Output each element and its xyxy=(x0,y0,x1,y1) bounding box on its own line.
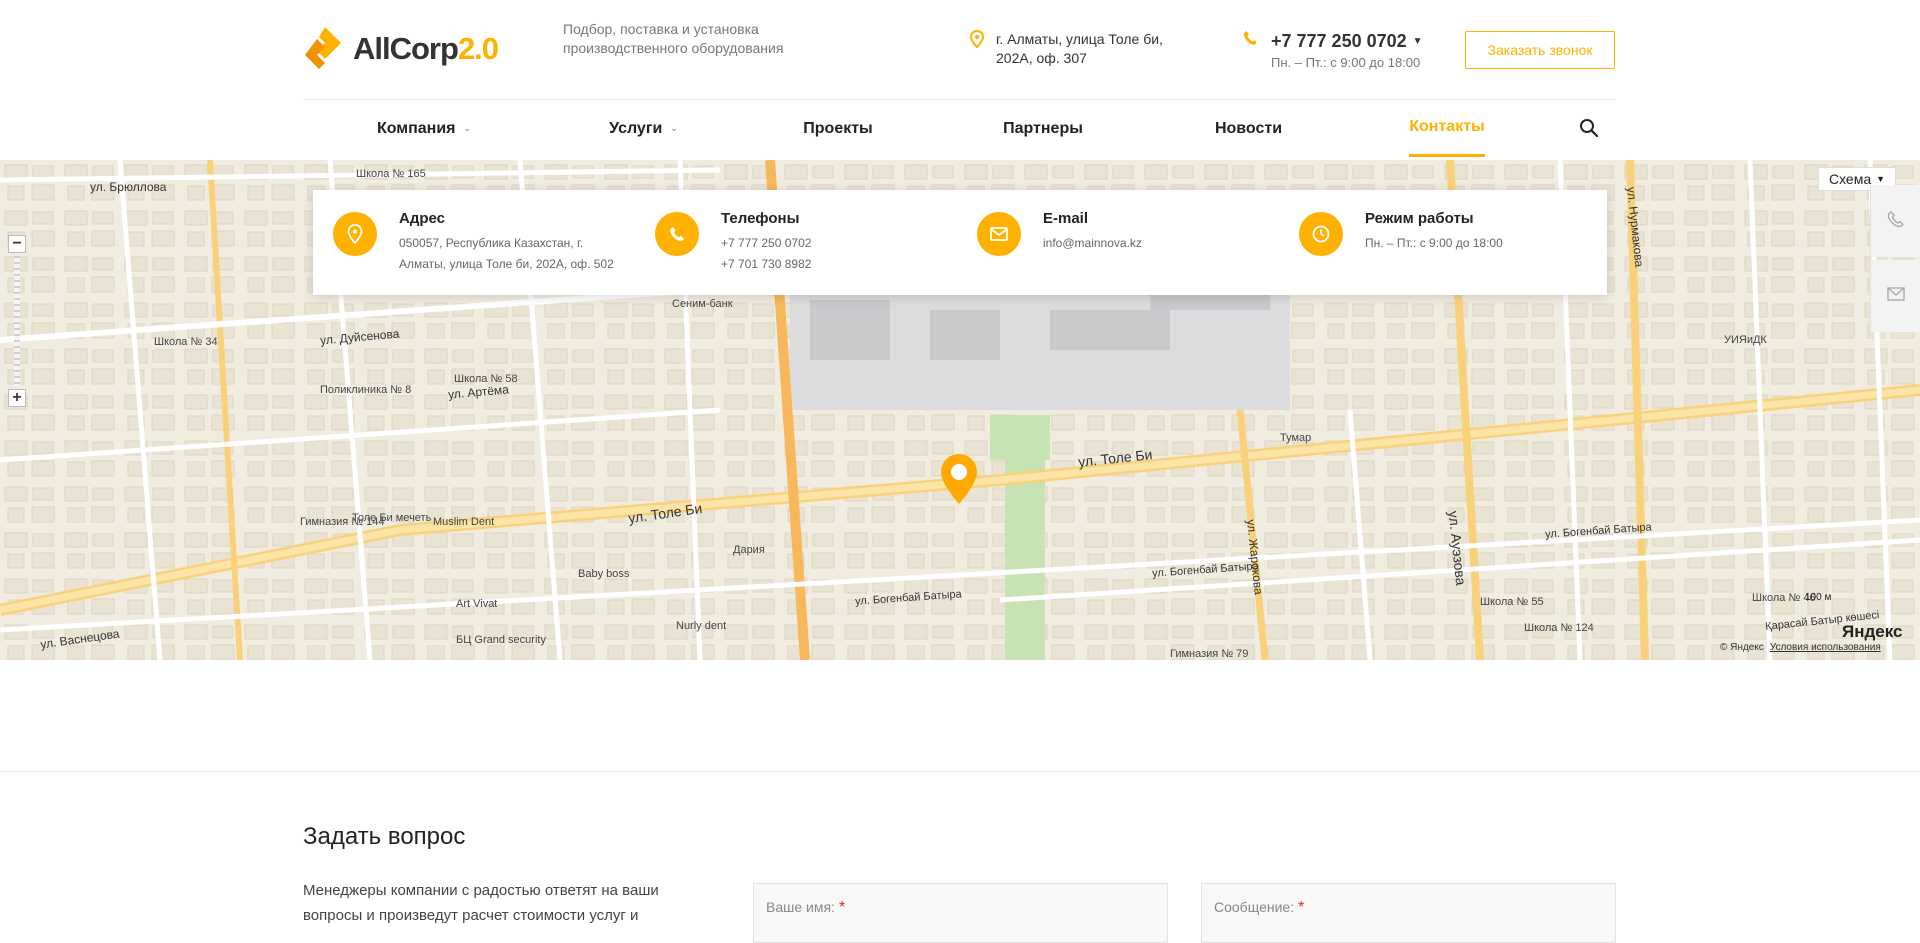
contact-address-line: Алматы, улица Толе би, 202А, оф. 502 xyxy=(399,257,614,271)
message-input-label: Сообщение: xyxy=(1214,899,1295,915)
poi-label: Nurly dent xyxy=(676,620,727,632)
poi-label: Сеним-банк xyxy=(672,298,733,310)
poi-label: Школа № 58 xyxy=(454,373,518,385)
logo-text-version: 2.0 xyxy=(457,31,499,66)
poi-label: УИЯиДК xyxy=(1724,334,1767,346)
callback-button[interactable]: Заказать звонок xyxy=(1465,31,1615,69)
header-phone-number[interactable]: +7 777 250 0702 ▼ xyxy=(1271,30,1423,53)
contact-email-link[interactable]: info@mainnova.kz xyxy=(1043,233,1142,254)
poi-label: Школа № 55 xyxy=(1480,596,1544,608)
poi-label: Толе Би мечеть xyxy=(352,512,432,524)
poi-label: БЦ Grand security xyxy=(456,634,546,646)
contact-address-line: 050057, Республика Казахстан, г. xyxy=(399,236,584,250)
zoom-out-button[interactable]: − xyxy=(8,235,26,253)
map-layer-label[interactable]: Схема xyxy=(1829,171,1871,187)
phone-icon[interactable] xyxy=(1887,210,1905,233)
contact-email: E-mail info@mainnova.kz xyxy=(977,210,1142,256)
slogan: Подбор, поставка и установка производств… xyxy=(563,21,784,56)
section-divider xyxy=(0,771,1920,772)
contact-address-title: Адрес xyxy=(399,210,446,227)
map-terms-link[interactable]: Условия использования xyxy=(1770,642,1881,653)
contact-address: Адрес 050057, Республика Казахстан, г. А… xyxy=(333,210,614,275)
question-side-button[interactable] xyxy=(1870,260,1920,332)
chevron-down-icon[interactable]: ▼ xyxy=(1413,36,1423,47)
required-mark: * xyxy=(838,899,846,916)
logo-mark-icon xyxy=(303,25,347,73)
contact-email-title: E-mail xyxy=(1043,210,1089,227)
phone-icon xyxy=(655,212,699,256)
main-nav: Компания ⌄ Услуги ⌄ Проекты Партнеры Новос… xyxy=(303,100,1616,160)
header-address: г. Алматы, улица Толе би, 202А, оф. 307 xyxy=(969,29,1196,68)
poi-label: Школа № 165 xyxy=(356,168,426,180)
street-label: ул. Брюллова xyxy=(90,180,167,194)
map-scale: 100 м xyxy=(1805,592,1832,603)
location-pin-icon xyxy=(333,212,377,256)
contact-phones: Телефоны +7 777 250 0702 +7 701 730 8982 xyxy=(655,210,811,275)
map-marker-icon[interactable] xyxy=(939,452,979,506)
logo[interactable]: AllCorp2.0 xyxy=(303,24,499,74)
contact-phone-link[interactable]: +7 777 250 0702 xyxy=(721,233,811,254)
contact-hours-text: Пн. – Пт.: с 9:00 до 18:00 xyxy=(1365,236,1503,250)
contact-phone-link[interactable]: +7 701 730 8982 xyxy=(721,254,811,275)
poi-label: Baby boss xyxy=(578,568,630,580)
name-input-label: Ваше имя: xyxy=(766,899,835,915)
header-address-text: г. Алматы, улица Толе би, 202А, оф. 307 xyxy=(996,31,1163,66)
header-phone-text[interactable]: +7 777 250 0702 xyxy=(1271,31,1407,51)
phone-icon xyxy=(1243,30,1257,70)
poi-label: Muslim Dent xyxy=(433,516,495,528)
map-copyright: © Яндекс Условия использования xyxy=(1720,642,1881,653)
logo-text-main: AllCorp xyxy=(353,31,459,66)
contact-hours: Режим работы Пн. – Пт.: с 9:00 до 18:00 xyxy=(1299,210,1503,256)
poi-label: Гимназия № 79 xyxy=(1170,648,1249,660)
yandex-logo: Яндекс xyxy=(1842,622,1903,641)
map-zoom-control: − + xyxy=(8,235,26,415)
poi-label: Школа № 34 xyxy=(154,336,218,348)
nav-item-projects[interactable]: Проекты xyxy=(793,100,883,157)
mail-icon[interactable] xyxy=(1887,286,1905,306)
map-copyright-text: © Яндекс xyxy=(1720,642,1764,653)
contact-info-card: Адрес 050057, Республика Казахстан, г. А… xyxy=(313,190,1607,295)
nav-item-company[interactable]: Компания ⌄ xyxy=(369,100,479,157)
message-textarea[interactable]: Сообщение: * xyxy=(1201,883,1616,943)
ask-question-title: Задать вопрос xyxy=(303,823,466,850)
header-phone: +7 777 250 0702 ▼ Пн. – Пт.: с 9:00 до 18… xyxy=(1243,30,1423,70)
ask-question-description: Менеджеры компании с радостью ответят на… xyxy=(303,882,659,924)
clock-icon xyxy=(1299,212,1343,256)
zoom-slider[interactable] xyxy=(14,256,20,386)
contact-hours-title: Режим работы xyxy=(1365,210,1474,227)
zoom-in-button[interactable]: + xyxy=(8,389,26,407)
chevron-down-icon[interactable]: ⌄ xyxy=(670,123,678,134)
poi-label: Поликлиника № 8 xyxy=(320,384,412,396)
nav-item-news[interactable]: Новости xyxy=(1206,100,1291,157)
required-mark: * xyxy=(1298,899,1305,916)
chevron-down-icon[interactable]: ⌄ xyxy=(464,123,472,134)
name-input[interactable]: Ваше имя: * xyxy=(753,883,1168,943)
poi-label: Art Vivat xyxy=(456,598,498,610)
site-header: AllCorp2.0 Подбор, поставка и установка … xyxy=(0,0,1920,160)
nav-item-contacts[interactable]: Контакты xyxy=(1409,100,1485,157)
nav-item-label[interactable]: Компания xyxy=(377,120,456,138)
mail-icon xyxy=(977,212,1021,256)
callback-phone-side-button[interactable] xyxy=(1870,185,1920,257)
nav-item-partners[interactable]: Партнеры xyxy=(998,100,1088,157)
search-icon[interactable] xyxy=(1579,118,1601,140)
header-work-hours: Пн. – Пт.: с 9:00 до 18:00 xyxy=(1271,55,1421,71)
location-pin-icon xyxy=(969,29,985,68)
poi-label: Тумар xyxy=(1280,432,1312,444)
poi-label: Дария xyxy=(733,544,765,556)
nav-item-services[interactable]: Услуги ⌄ xyxy=(596,100,691,157)
nav-item-label[interactable]: Услуги xyxy=(609,120,662,138)
contact-phones-title: Телефоны xyxy=(721,210,800,227)
poi-label: Школа № 124 xyxy=(1524,622,1594,634)
chevron-down-icon[interactable]: ▼ xyxy=(1876,174,1885,184)
